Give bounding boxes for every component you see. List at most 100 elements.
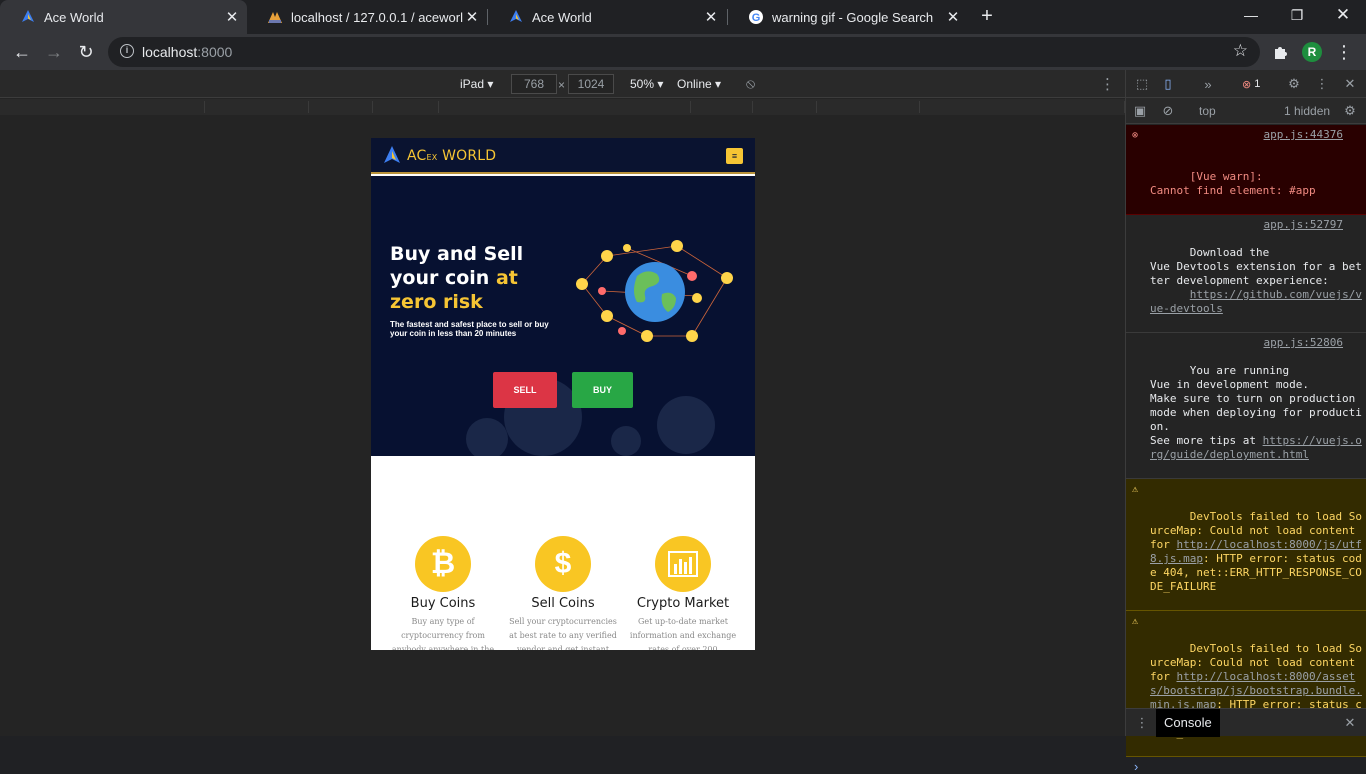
decorative-bubble — [657, 396, 715, 454]
close-tab-icon[interactable]: ✕ — [223, 8, 241, 26]
google-favicon-icon: G — [748, 9, 764, 25]
feature-description: Sell your cryptocurrencies at best rate … — [509, 617, 617, 650]
device-select[interactable]: iPad ▾ — [460, 77, 493, 91]
console-warning-message: ⚠ DevTools failed to load SourceMap: Cou… — [1126, 479, 1366, 611]
drawer-tab-console[interactable]: Console — [1156, 709, 1220, 737]
extensions-puzzle-icon[interactable] — [1266, 38, 1294, 66]
close-drawer-icon[interactable]: ✕ — [1342, 715, 1358, 731]
tab-google-search[interactable]: G warning gif - Google Search ✕ — [728, 0, 968, 34]
console-settings-gear-icon[interactable]: ⚙ — [1342, 103, 1358, 119]
hamburger-menu-icon[interactable]: ≡ — [726, 148, 743, 164]
error-count-badge[interactable]: ⊗ 1 — [1242, 76, 1272, 92]
svg-text:G: G — [752, 12, 761, 24]
globe-network-illustration-icon — [576, 240, 733, 342]
console-toolbar: ▣ ⊘ top 1 hidden ⚙ — [1126, 98, 1366, 124]
message-text: [Vue warn]: Cannot find element: #app — [1150, 170, 1316, 197]
zoom-select[interactable]: 50% ▾ — [630, 77, 663, 91]
bitcoin-icon: ₿ — [415, 536, 471, 592]
feature-buy-coins: ₿ Buy Coins Buy any type of cryptocurren… — [387, 536, 499, 650]
profile-avatar[interactable]: R — [1302, 42, 1322, 62]
throttle-select[interactable]: Online ▾ — [677, 77, 721, 91]
more-panels-chevron-icon[interactable]: » — [1200, 76, 1216, 92]
close-window-icon[interactable]: ✕ — [1320, 0, 1366, 30]
tab-ace-world-2[interactable]: Ace World ✕ — [488, 0, 726, 34]
restore-window-icon[interactable]: ❐ — [1274, 0, 1320, 30]
device-toolbar: iPad ▾ 768 × 1024 50% ▾ Online ▾ ⦸ ⋮ — [0, 70, 1125, 98]
device-height-input[interactable]: 1024 — [568, 74, 614, 94]
tab-title: Ace World — [532, 9, 592, 25]
buy-button[interactable]: BUY — [572, 372, 633, 408]
context-select[interactable]: top — [1199, 104, 1216, 118]
console-prompt-chevron-icon[interactable]: › — [1126, 757, 1366, 774]
tab-title: warning gif - Google Search — [772, 9, 934, 25]
sell-button[interactable]: SELL — [493, 372, 557, 408]
logo-text-suffix: WORLD — [442, 148, 497, 164]
message-link[interactable]: https://github.com/vuejs/vue-devtools — [1150, 288, 1362, 315]
emulated-viewport-area: iPad ▾ 768 × 1024 50% ▾ Online ▾ ⦸ ⋮ ACE… — [0, 70, 1125, 736]
feature-sell-coins: $ Sell Coins Sell your cryptocurrencies … — [507, 536, 619, 650]
media-query-ruler — [0, 99, 1125, 115]
console-messages: ⊗ app.js:44376 [Vue warn]: Cannot find e… — [1126, 125, 1366, 774]
warning-triangle-icon: ⚠ — [1132, 484, 1139, 495]
tab-ace-world-active[interactable]: Ace World ✕ — [0, 0, 247, 34]
message-source-link[interactable]: app.js:52806 — [1264, 336, 1343, 350]
decorative-bubble — [611, 426, 641, 456]
phpmyadmin-favicon-icon — [267, 9, 283, 25]
feature-title: Sell Coins — [531, 596, 595, 611]
address-bar[interactable]: i localhost:8000 ☆ — [108, 37, 1260, 67]
reload-icon[interactable]: ↻ — [72, 38, 100, 66]
forward-arrow-icon[interactable]: → — [40, 38, 68, 66]
devtools-main-toolbar: ⬚ ▯ » ⊗ 1 ⚙ ⋮ ✕ — [1126, 70, 1366, 98]
tab-strip: Ace World ✕ localhost / 127.0.0.1 / acew… — [0, 0, 1366, 34]
ace-world-favicon-icon — [20, 9, 36, 25]
tab-phpmyadmin[interactable]: localhost / 127.0.0.1 / aceworld / ✕ — [247, 0, 487, 34]
close-tab-icon[interactable]: ✕ — [463, 8, 481, 26]
hero-subtitle: The fastest and safest place to sell or … — [390, 320, 549, 338]
new-tab-plus-icon[interactable]: + — [977, 6, 997, 26]
feature-crypto-market: Crypto Market Get up-to-date market info… — [627, 536, 739, 650]
tab-title: Ace World — [44, 9, 104, 25]
clear-console-icon[interactable]: ⊘ — [1160, 103, 1176, 119]
close-devtools-icon[interactable]: ✕ — [1342, 76, 1358, 92]
devtools-menu-icon[interactable]: ⋮ — [1314, 76, 1330, 92]
message-source-link[interactable]: app.js:52797 — [1264, 218, 1343, 232]
minimize-window-icon[interactable]: — — [1228, 0, 1274, 30]
bar-chart-icon — [655, 536, 711, 592]
hero-heading: Buy and Sell your coin at zero risk — [390, 243, 524, 313]
site-navbar: ACEX WORLD ≡ — [371, 138, 755, 174]
feature-title: Buy Coins — [410, 596, 476, 611]
message-source-link[interactable]: app.js:44376 — [1264, 128, 1343, 142]
console-error-message: ⊗ app.js:44376 [Vue warn]: Cannot find e… — [1126, 125, 1366, 215]
url-text[interactable]: localhost:8000 — [142, 44, 232, 60]
device-width-input[interactable]: 768 — [511, 74, 557, 94]
emulated-page: ACEX WORLD ≡ Buy and Sell your coin at zer… — [371, 138, 755, 650]
feature-title: Crypto Market — [636, 596, 730, 611]
logo-text-prefix: AC — [407, 148, 427, 164]
bookmark-star-icon[interactable]: ☆ — [1233, 41, 1248, 61]
dimension-times-label: × — [558, 78, 566, 92]
browser-menu-icon[interactable]: ⋮ — [1330, 38, 1358, 66]
rocket-logo-icon — [384, 146, 400, 163]
error-circle-icon: ⊗ — [1132, 130, 1139, 141]
settings-gear-icon[interactable]: ⚙ — [1286, 76, 1302, 92]
close-tab-icon[interactable]: ✕ — [702, 8, 720, 26]
feature-description: Buy any type of cryptocurrency from anyb… — [391, 617, 495, 650]
rotate-icon[interactable]: ⦸ — [746, 75, 755, 92]
show-sidebar-icon[interactable]: ▣ — [1132, 103, 1148, 119]
back-arrow-icon[interactable]: ← — [8, 38, 36, 66]
devtools-panel: ⬚ ▯ » ⊗ 1 ⚙ ⋮ ✕ ▣ ⊘ top 1 hidden ⚙ ⊗ app.… — [1125, 70, 1366, 774]
feature-description: Get up-to-date market information and ex… — [629, 617, 737, 650]
hero-section: Buy and Sell your coin at zero risk The fa… — [371, 176, 755, 456]
features-section: ₿ Buy Coins Buy any type of cryptocurren… — [371, 456, 755, 650]
close-tab-icon[interactable]: ✕ — [944, 8, 962, 26]
decorative-bubble — [466, 418, 508, 456]
device-toolbar-toggle-icon[interactable]: ▯ — [1160, 76, 1176, 92]
device-toolbar-menu-icon[interactable]: ⋮ — [1100, 75, 1115, 93]
tab-title: localhost / 127.0.0.1 / aceworld / — [291, 9, 463, 25]
inspect-element-icon[interactable]: ⬚ — [1134, 76, 1150, 92]
message-text: Download the Vue Devtools extension for … — [1150, 246, 1362, 287]
warning-triangle-icon: ⚠ — [1132, 616, 1139, 627]
drawer-menu-icon[interactable]: ⋮ — [1134, 715, 1150, 731]
site-info-icon[interactable]: i — [120, 44, 134, 58]
site-logo[interactable]: ACEX WORLD — [383, 146, 496, 166]
